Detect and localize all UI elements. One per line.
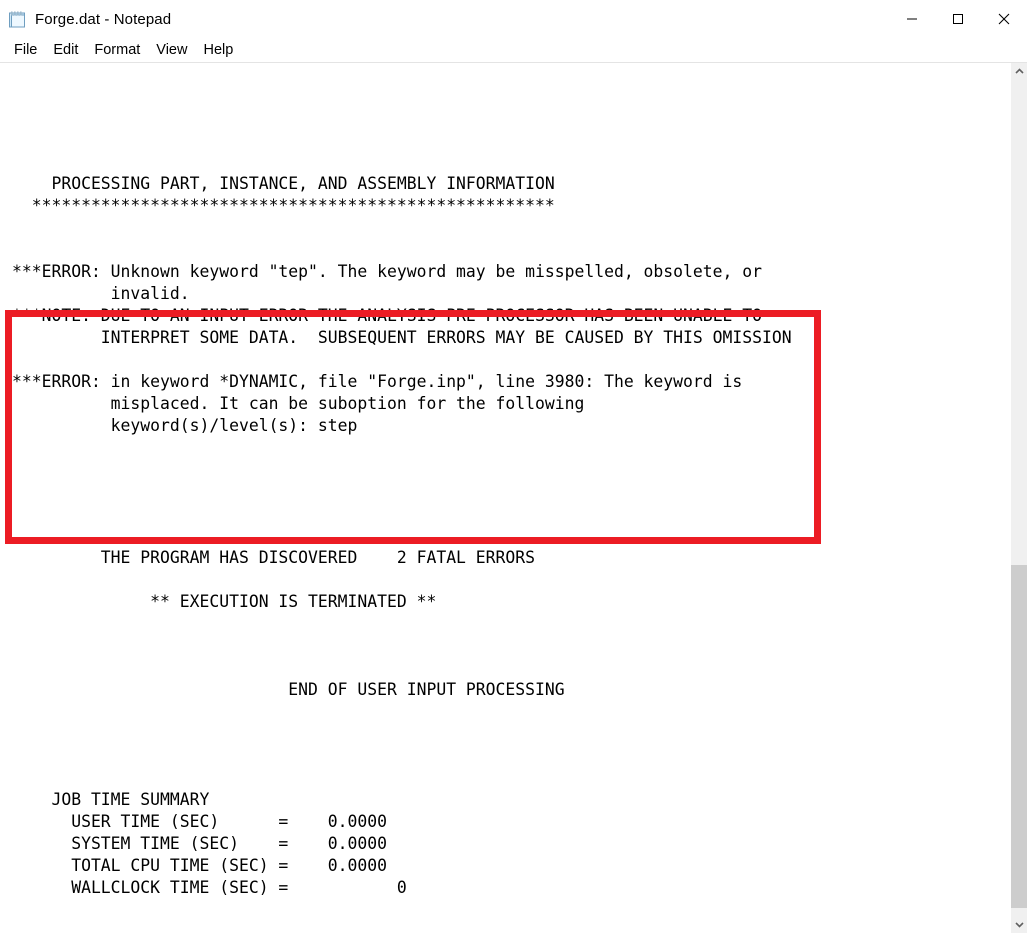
title-bar-left: Forge.dat - Notepad [0, 10, 171, 29]
chevron-down-icon [1014, 922, 1024, 928]
chevron-up-icon [1014, 68, 1024, 74]
menu-item-format[interactable]: Format [86, 39, 148, 61]
vertical-scrollbar[interactable] [1010, 63, 1027, 933]
menu-item-help[interactable]: Help [195, 39, 241, 61]
text-editor[interactable]: PROCESSING PART, INSTANCE, AND ASSEMBLY … [0, 63, 1010, 933]
maximize-button[interactable] [935, 0, 981, 38]
scrollbar-thumb[interactable] [1011, 564, 1027, 908]
menu-bar: File Edit Format View Help [0, 38, 1027, 62]
menu-item-edit[interactable]: Edit [45, 39, 86, 61]
maximize-icon [953, 14, 963, 24]
window-title: Forge.dat - Notepad [35, 10, 172, 28]
menu-item-view[interactable]: View [148, 39, 195, 61]
client-area: PROCESSING PART, INSTANCE, AND ASSEMBLY … [0, 62, 1027, 933]
scrollbar-track[interactable] [1011, 80, 1027, 916]
menu-item-file[interactable]: File [6, 39, 45, 61]
minimize-icon [907, 18, 917, 20]
window-controls [889, 0, 1027, 38]
scrollbar-down-button[interactable] [1011, 916, 1027, 933]
scrollbar-up-button[interactable] [1011, 63, 1027, 80]
notepad-icon [8, 10, 27, 29]
notepad-window: Forge.dat - Notepad File Edit Format Vie… [0, 0, 1027, 933]
title-bar: Forge.dat - Notepad [0, 0, 1027, 38]
close-icon [998, 13, 1010, 25]
close-button[interactable] [981, 0, 1027, 38]
minimize-button[interactable] [889, 0, 935, 38]
document-text[interactable]: PROCESSING PART, INSTANCE, AND ASSEMBLY … [12, 63, 1010, 899]
